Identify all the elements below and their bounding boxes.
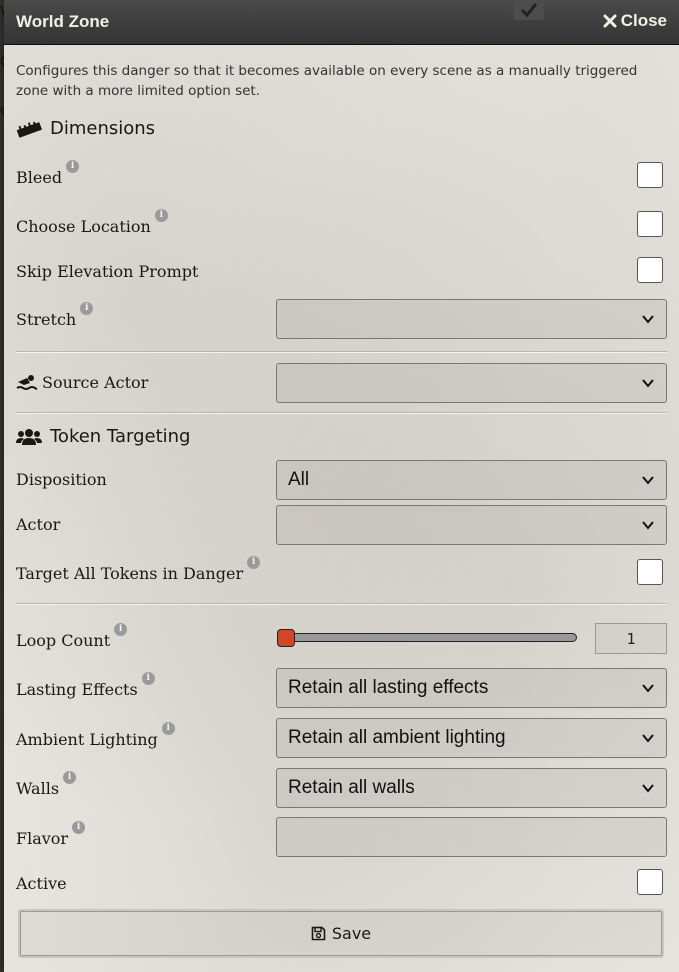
save-button[interactable]: Save xyxy=(18,909,664,958)
field-skip-elevation: Skip Elevation Prompt xyxy=(16,262,198,281)
field-label: Stretch xyxy=(16,310,77,329)
field-label: Walls xyxy=(16,779,60,798)
save-label: Save xyxy=(331,924,372,943)
close-icon xyxy=(603,14,617,28)
divider xyxy=(16,603,667,605)
divider xyxy=(16,412,667,414)
info-icon[interactable]: i xyxy=(66,160,80,173)
section-title: Dimensions xyxy=(50,118,156,139)
field-label: Disposition xyxy=(16,470,107,489)
choose-location-checkbox[interactable] xyxy=(637,211,663,237)
info-icon[interactable]: i xyxy=(161,722,175,735)
info-icon[interactable]: i xyxy=(63,771,77,784)
field-loop-count: Loop Count i xyxy=(16,623,128,650)
dialog-description: Configures this danger so that it become… xyxy=(16,63,638,99)
field-label: Lasting Effects xyxy=(16,680,138,699)
field-disposition: Disposition xyxy=(16,470,107,489)
swimmer-icon xyxy=(16,374,38,390)
target-all-checkbox[interactable] xyxy=(637,559,663,585)
select-value: All xyxy=(288,469,310,490)
stretch-select[interactable] xyxy=(276,299,667,339)
field-bleed: Bleed i xyxy=(16,160,80,187)
field-ambient-lighting: Ambient Lighting i xyxy=(16,722,175,749)
chevron-down-icon xyxy=(642,521,654,530)
select-value: Retain all lasting effects xyxy=(288,677,489,698)
active-checkbox[interactable] xyxy=(637,869,663,895)
loop-count-slider-track[interactable] xyxy=(277,633,577,642)
disposition-select[interactable]: All xyxy=(276,460,667,500)
loop-count-value: 1 xyxy=(595,623,667,654)
chevron-down-icon xyxy=(642,784,654,793)
section-dimensions: Dimensions xyxy=(16,118,155,139)
field-label: Choose Location xyxy=(16,217,151,236)
info-icon[interactable]: i xyxy=(141,672,155,685)
divider xyxy=(16,351,667,353)
field-flavor: Flavor i xyxy=(16,821,86,848)
field-label: Actor xyxy=(16,515,61,534)
walls-select[interactable]: Retain all walls xyxy=(276,768,667,808)
flavor-input[interactable] xyxy=(276,817,667,857)
field-choose-location: Choose Location i xyxy=(16,209,168,236)
ruler-icon xyxy=(16,121,42,138)
field-label: Bleed xyxy=(16,168,63,187)
chevron-down-icon xyxy=(642,379,654,388)
window-titlebar[interactable]: World Zone Close xyxy=(4,0,679,45)
info-icon[interactable]: i xyxy=(72,821,86,834)
info-icon[interactable]: i xyxy=(247,556,261,569)
bleed-checkbox[interactable] xyxy=(637,162,663,188)
background-checkbox xyxy=(514,0,544,20)
info-icon[interactable]: i xyxy=(154,209,168,222)
field-label: Skip Elevation Prompt xyxy=(16,262,199,281)
field-label: Ambient Lighting xyxy=(16,730,158,749)
section-title: Token Targeting xyxy=(50,426,191,447)
field-label: Active xyxy=(16,874,67,893)
info-icon[interactable]: i xyxy=(114,623,128,636)
field-actor: Actor xyxy=(16,515,60,534)
field-label: Loop Count xyxy=(16,631,111,650)
close-label: Close xyxy=(620,11,667,30)
field-label: Target All Tokens in Danger xyxy=(16,564,244,583)
loop-count-slider-thumb[interactable] xyxy=(277,629,295,647)
select-value: Retain all walls xyxy=(288,777,415,798)
skip-elevation-checkbox[interactable] xyxy=(637,257,663,283)
source-actor-select[interactable] xyxy=(276,363,667,403)
field-target-all: Target All Tokens in Danger i xyxy=(16,556,261,583)
field-label: Source Actor xyxy=(42,373,149,392)
world-zone-dialog: World Zone Close Configures this danger … xyxy=(4,0,679,972)
field-source-actor: Source Actor xyxy=(16,373,148,392)
chevron-down-icon xyxy=(642,315,654,324)
window-title: World Zone xyxy=(16,12,110,31)
chevron-down-icon xyxy=(642,684,654,693)
section-token-targeting: Token Targeting xyxy=(16,426,190,447)
close-button[interactable]: Close xyxy=(603,11,667,31)
info-icon[interactable]: i xyxy=(80,302,94,315)
users-icon xyxy=(16,428,42,445)
field-walls: Walls i xyxy=(16,771,77,798)
actor-select[interactable] xyxy=(276,505,667,545)
field-lasting-effects: Lasting Effects i xyxy=(16,672,155,699)
save-icon xyxy=(311,926,326,941)
check-icon xyxy=(520,3,538,18)
field-active: Active xyxy=(16,874,67,893)
ambient-lighting-select[interactable]: Retain all ambient lighting xyxy=(276,718,667,758)
chevron-down-icon xyxy=(642,476,654,485)
field-label: Flavor xyxy=(16,829,69,848)
chevron-down-icon xyxy=(642,734,654,743)
select-value: Retain all ambient lighting xyxy=(288,727,506,748)
lasting-effects-select[interactable]: Retain all lasting effects xyxy=(276,668,667,708)
field-stretch: Stretch i xyxy=(16,302,94,329)
